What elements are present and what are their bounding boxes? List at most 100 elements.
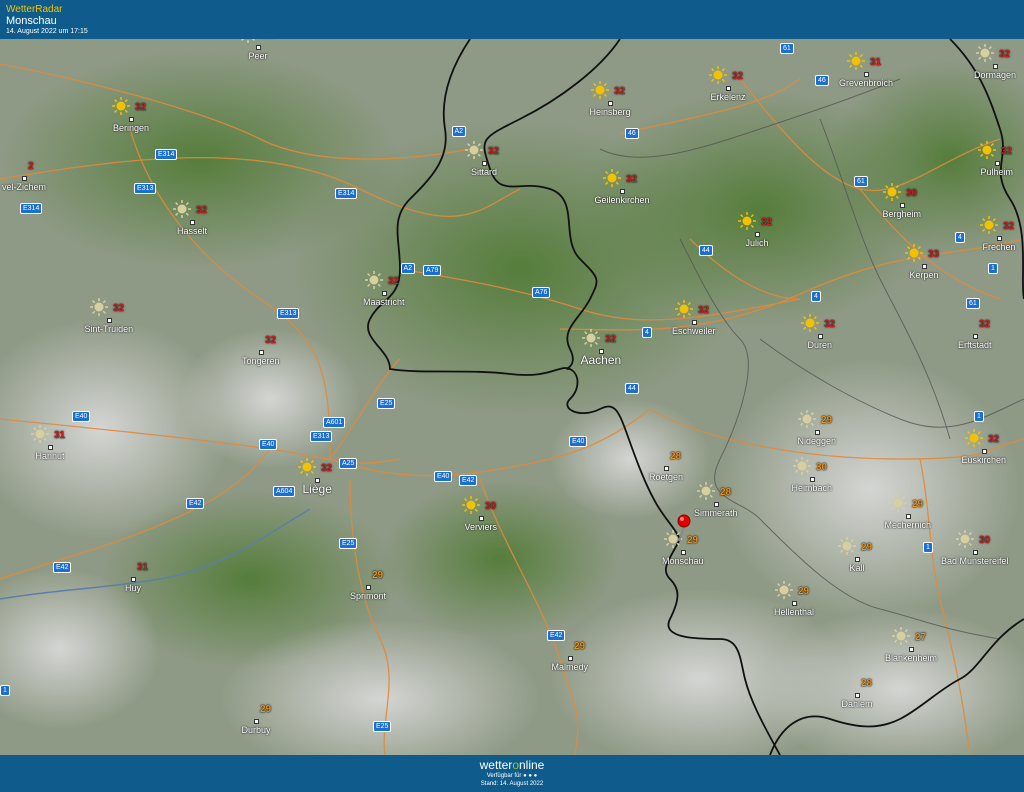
wetteronline-logo[interactable]: wetteronline — [0, 758, 1024, 772]
city-label[interactable]: Roetgen — [649, 472, 683, 482]
temperature-label: 32 — [626, 174, 638, 185]
city-dot — [726, 86, 731, 91]
city-label[interactable]: Tongeren — [242, 356, 280, 366]
city-label[interactable]: Kall — [850, 563, 865, 573]
city-label[interactable]: vel-Zichem — [2, 182, 46, 192]
city-label[interactable]: Erkelenz — [711, 92, 746, 102]
temperature-label: 32 — [988, 434, 1000, 445]
temperature-label: 29 — [372, 570, 384, 581]
city-label[interactable]: Hellenthal — [774, 607, 814, 617]
temperature-label: 28 — [670, 451, 682, 462]
temperature-label: 31 — [54, 430, 66, 441]
road-shield: A2 — [400, 263, 416, 274]
road-shield: 1 — [974, 411, 984, 422]
temperature-label: 32 — [698, 305, 710, 316]
city-label[interactable]: Duren — [808, 340, 833, 350]
road-shield: 61 — [854, 176, 868, 187]
logo-part-o: o — [512, 758, 519, 772]
city-label[interactable]: Sittard — [471, 167, 497, 177]
city-label[interactable]: Grevenbroich — [839, 78, 893, 88]
location-pin-icon[interactable] — [674, 513, 694, 543]
city-dot — [922, 264, 927, 269]
city-dot — [810, 477, 815, 482]
city-label[interactable]: Huy — [125, 583, 141, 593]
app-footer: wetteronline Verfügbar für ● ● ● Stand: … — [0, 755, 1024, 792]
road-shield: E313 — [134, 183, 157, 194]
hazy-sun-icon — [775, 581, 793, 599]
city-label[interactable]: Maastricht — [363, 297, 405, 307]
city-label[interactable]: Dahlem — [842, 699, 873, 709]
city-label[interactable]: Malmedy — [552, 662, 589, 672]
city-label[interactable]: Simmerath — [694, 508, 738, 518]
temperature-label: 29 — [912, 499, 924, 510]
road-shield: E313 — [277, 308, 300, 319]
city-label[interactable]: Nideggen — [798, 436, 837, 446]
availability-text: Verfügbar für ● ● ● — [486, 773, 538, 779]
city-label[interactable]: Hasselt — [177, 226, 207, 236]
city-label[interactable]: Dormagen — [974, 70, 1016, 80]
hazy-sun-icon — [976, 44, 994, 62]
road-shield: E40 — [569, 436, 588, 447]
temperature-label: 29 — [574, 641, 586, 652]
city-label[interactable]: Sint-Truiden — [85, 324, 134, 334]
city-dot — [818, 334, 823, 339]
road-shield: 4 — [955, 232, 965, 243]
city-label[interactable]: Mechernich — [885, 520, 932, 530]
city-label[interactable]: Monschau — [662, 556, 704, 566]
city-dot — [755, 232, 760, 237]
city-label[interactable]: Heinsberg — [590, 107, 631, 117]
hazy-sun-icon — [582, 329, 600, 347]
city-label[interactable]: Geilenkirchen — [595, 195, 650, 205]
city-label[interactable]: Sprimont — [350, 591, 386, 601]
temperature-label: 28 — [720, 487, 732, 498]
city-label[interactable]: Julich — [746, 238, 769, 248]
hazy-sun-icon — [31, 425, 49, 443]
city-label[interactable]: Verviers — [465, 522, 498, 532]
city-label[interactable]: Frechen — [983, 242, 1016, 252]
city-dot — [993, 64, 998, 69]
temperature-label: 32 — [135, 102, 147, 113]
city-label[interactable]: Bergheim — [883, 209, 922, 219]
road-shield: A25 — [339, 458, 358, 469]
temperature-label: 32 — [824, 319, 836, 330]
city-label[interactable]: Liège — [303, 482, 332, 496]
city-label[interactable]: Heimbach — [792, 483, 833, 493]
road-shield: A601 — [323, 417, 346, 428]
city-dot — [995, 161, 1000, 166]
city-label[interactable]: Eschweiler — [672, 326, 716, 336]
city-label[interactable]: Durbuy — [242, 725, 271, 735]
sun-icon — [847, 52, 865, 70]
city-dot — [906, 514, 911, 519]
city-dot — [129, 117, 134, 122]
road-shield: 61 — [780, 43, 794, 54]
road-shield: E25 — [377, 398, 396, 409]
city-label[interactable]: Blankenheim — [885, 653, 937, 663]
temperature-label: 32 — [196, 205, 208, 216]
temperature-label: 32 — [488, 146, 500, 157]
hazy-sun-icon — [241, 39, 255, 43]
city-label[interactable]: Beringen — [113, 123, 149, 133]
city-label[interactable]: Bad Munstereifel — [941, 556, 1009, 566]
sun-icon — [112, 97, 130, 115]
temperature-label: 29 — [861, 542, 873, 553]
city-label[interactable]: Kerpen — [910, 270, 939, 280]
city-label[interactable]: Hannut — [36, 451, 65, 461]
city-label[interactable]: Aachen — [581, 353, 622, 367]
city-dot — [855, 557, 860, 562]
road-shield: E40 — [72, 411, 91, 422]
city-label[interactable]: Pulheim — [981, 167, 1014, 177]
city-dot — [382, 291, 387, 296]
city-dot — [568, 656, 573, 661]
temperature-label: 32 — [265, 335, 277, 346]
city-label[interactable]: Peer — [249, 51, 268, 61]
temperature-label: 32 — [388, 276, 400, 287]
temperature-label: 32 — [113, 303, 125, 314]
hazy-sun-icon — [793, 457, 811, 475]
road-shield: 44 — [625, 383, 639, 394]
timestamp: 14. August 2022 um 17:15 — [6, 28, 88, 35]
city-dot — [608, 101, 613, 106]
city-label[interactable]: Erftstadt — [958, 340, 992, 350]
city-label[interactable]: Euskirchen — [962, 455, 1007, 465]
weather-map[interactable]: Peer 32 Beringen 32 vel-Zichem 2 Hasselt 32 Sint… — [0, 39, 1024, 755]
hazy-sun-icon — [838, 537, 856, 555]
